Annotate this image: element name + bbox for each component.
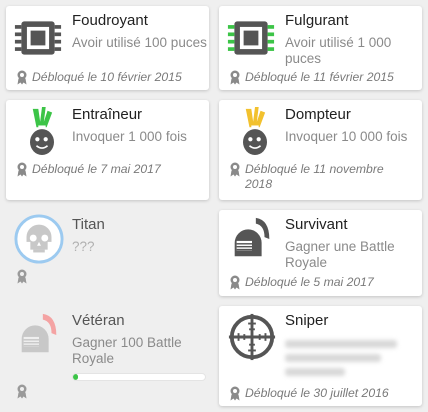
medal-icon	[17, 162, 27, 177]
medal-icon	[230, 386, 240, 401]
medal-icon	[230, 162, 240, 177]
achievement-card-dompteur[interactable]: Dompteur Invoquer 10 000 fois Débloqué l…	[219, 100, 422, 200]
skull-icon	[14, 214, 64, 264]
unlock-date-text: Débloqué le 10 février 2015	[32, 70, 182, 84]
medal-icon	[17, 70, 27, 85]
achievement-card-veteran[interactable]: Vétéran Gagner 100 Battle Royale	[6, 306, 209, 406]
achievement-card-sniper[interactable]: Sniper Débloqué le 30 juillet 2016	[219, 306, 422, 406]
chip-icon	[14, 15, 62, 61]
achievement-title: Survivant	[285, 216, 348, 233]
unlock-date: Débloqué le 30 juillet 2016	[229, 386, 389, 401]
knight-helmet-icon	[234, 217, 270, 257]
medal-icon	[17, 384, 27, 399]
achievement-description: Invoquer 1 000 fois	[72, 129, 187, 144]
unlock-date-text: Débloqué le 30 juillet 2016	[245, 386, 389, 400]
unlock-date: Débloqué le 11 novembre 2018	[229, 162, 414, 192]
progress-fill	[73, 374, 79, 380]
achievement-description: Gagner une Battle Royale	[285, 239, 395, 270]
achievement-description: Avoir utilisé 1 000 puces	[285, 35, 392, 66]
achievement-description: Avoir utilisé 100 puces	[72, 35, 207, 50]
achievement-description: Gagner 100 Battle Royale	[72, 335, 182, 366]
achievement-title: Titan	[72, 216, 105, 233]
achievement-card-titan[interactable]: Titan ???	[6, 210, 209, 296]
achievement-title: Sniper	[285, 312, 329, 329]
achievement-title: Vétéran	[72, 312, 125, 329]
crosshair-icon	[228, 313, 276, 361]
achievement-card-fulgurant[interactable]: Fulgurant Avoir utilisé 1 000 puces Débl…	[219, 6, 422, 90]
unlock-date: Débloqué le 11 février 2015	[229, 70, 394, 85]
chip-icon	[227, 21, 275, 55]
unlock-date-text: Débloqué le 5 mai 2017	[245, 275, 374, 289]
knight-helmet-icon	[21, 313, 57, 353]
achievement-title: Dompteur	[285, 106, 351, 123]
achievement-title: Fulgurant	[285, 12, 349, 29]
achievement-title: Entraîneur	[72, 106, 143, 123]
achievement-description: ???	[72, 239, 95, 254]
locked-badge	[16, 269, 28, 284]
unlock-date: Débloqué le 5 mai 2017	[229, 275, 374, 290]
locked-badge	[16, 384, 28, 399]
unlock-date-text: Débloqué le 11 février 2015	[245, 70, 394, 84]
achievement-card-entraineur[interactable]: Entraîneur Invoquer 1 000 fois Débloqué …	[6, 100, 209, 200]
leek-icon	[243, 107, 267, 155]
achievement-card-survivant[interactable]: Survivant Gagner une Battle Royale Déblo…	[219, 210, 422, 296]
achievement-card-foudroyant[interactable]: Foudroyant Avoir utilisé 100 puces Déblo…	[6, 6, 209, 90]
achievement-title: Foudroyant	[72, 12, 148, 29]
unlock-date-text: Débloqué le 11 novembre 2018	[245, 162, 384, 191]
achievement-description: Invoquer 10 000 fois	[285, 129, 408, 144]
unlock-date-text: Débloqué le 7 mai 2017	[32, 162, 161, 176]
leek-icon	[30, 107, 54, 155]
hidden-description	[285, 336, 405, 382]
unlock-date: Débloqué le 10 février 2015	[16, 70, 182, 85]
medal-icon	[230, 275, 240, 290]
unlock-date: Débloqué le 7 mai 2017	[16, 162, 161, 177]
medal-icon	[17, 269, 27, 284]
progress-bar	[72, 373, 206, 381]
medal-icon	[230, 70, 240, 85]
